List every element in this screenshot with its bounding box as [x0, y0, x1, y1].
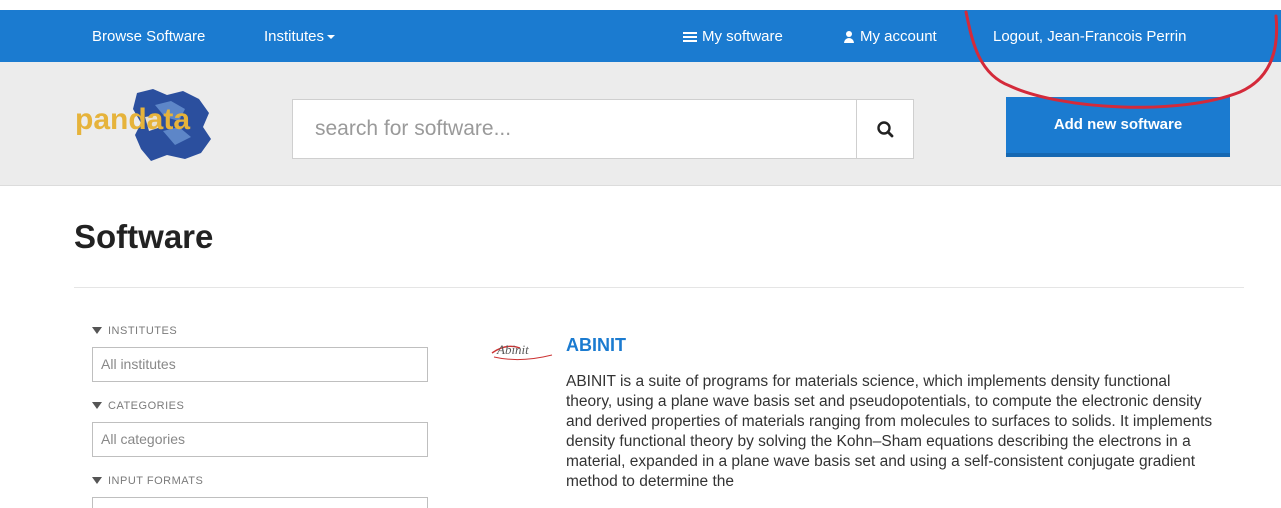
nav-my-software[interactable]: My software — [683, 10, 783, 62]
filter-label-categories: CATEGORIES — [92, 400, 184, 412]
search-icon — [877, 121, 894, 138]
add-new-software-button[interactable]: Add new software — [1006, 97, 1230, 157]
page-title: Software — [74, 218, 214, 255]
categories-filter-input[interactable]: All categories — [92, 422, 428, 457]
caret-down-icon — [327, 35, 336, 40]
nav-my-account-label: My account — [860, 28, 937, 45]
section-divider — [74, 287, 1244, 288]
filter-label-input-formats: INPUT FORMATS — [92, 475, 203, 487]
nav-my-software-label: My software — [702, 28, 783, 45]
top-navbar: Browse Software Institutes My software M… — [0, 10, 1281, 62]
nav-institutes-dropdown[interactable]: Institutes — [264, 10, 336, 62]
nav-my-account[interactable]: My account — [843, 10, 937, 62]
search-input[interactable]: search for software... — [292, 99, 857, 159]
abinit-logo: Abinit — [491, 342, 553, 361]
filter-label-text: INSTITUTES — [108, 325, 178, 337]
input-formats-filter-input[interactable] — [92, 497, 428, 508]
filter-label-institutes: INSTITUTES — [92, 325, 177, 337]
filter-label-text: INPUT FORMATS — [108, 475, 204, 487]
filter-icon — [92, 477, 102, 484]
software-title-link[interactable]: ABINIT — [566, 335, 626, 356]
institutes-filter-input[interactable]: All institutes — [92, 347, 428, 382]
filter-label-text: CATEGORIES — [108, 400, 185, 412]
nav-institutes-label: Institutes — [264, 28, 325, 45]
software-description: ABINIT is a suite of programs for materi… — [566, 373, 1213, 490]
nav-logout[interactable]: Logout, Jean-Francois Perrin — [993, 10, 1186, 62]
pandata-logo[interactable]: pandata — [75, 87, 213, 163]
list-icon — [683, 32, 697, 42]
user-icon — [843, 31, 855, 44]
filter-icon — [92, 402, 102, 409]
logo-text: pandata — [75, 103, 190, 136]
nav-browse-software[interactable]: Browse Software — [92, 10, 205, 62]
filter-icon — [92, 327, 102, 334]
abinit-logo-text: Abinit — [496, 342, 529, 357]
search-button[interactable] — [856, 99, 914, 159]
